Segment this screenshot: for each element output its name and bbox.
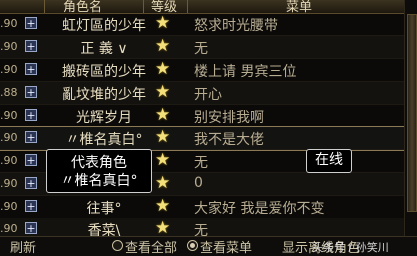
view-all-radio[interactable] xyxy=(112,240,123,251)
member-row[interactable]: .90 + 往事° ★ 大家好 我是爱你不变 xyxy=(0,196,405,219)
header-divider xyxy=(44,0,45,13)
member-level: .90 xyxy=(0,177,18,190)
member-level: .90 xyxy=(0,222,18,235)
member-menu: 别安排我啊 xyxy=(194,110,264,126)
member-row[interactable]: .90 + 搬砖區的少年 ★ 楼上请 男宾三位 xyxy=(0,59,405,82)
expand-plus-icon[interactable]: + xyxy=(25,17,37,29)
expand-plus-icon[interactable]: + xyxy=(25,200,37,212)
star-icon: ★ xyxy=(155,36,171,56)
member-name: 往事° xyxy=(86,201,122,217)
header-divider xyxy=(143,0,144,13)
member-level: .90 xyxy=(0,17,18,30)
expand-plus-icon[interactable]: + xyxy=(25,177,37,189)
representative-character-tooltip: 代表角色 〃椎名真白° xyxy=(46,149,152,193)
tooltip-character-name: 〃椎名真白° xyxy=(60,173,138,189)
member-level: .90 xyxy=(0,63,18,76)
header-divider xyxy=(187,0,188,13)
star-icon: ★ xyxy=(155,150,171,170)
view-all-label[interactable]: 查看全部 xyxy=(125,237,177,256)
star-icon: ★ xyxy=(155,127,171,147)
scroll-thumb[interactable] xyxy=(407,14,417,212)
expand-plus-icon[interactable]: + xyxy=(25,86,37,98)
guild-member-list-panel: 角色名 等级 菜单 .90 + 虹灯區的少年 ★ 怒求时光腰带 .90 + 正 … xyxy=(0,0,417,256)
member-name: 光辉岁月 xyxy=(76,110,132,126)
member-level: .90 xyxy=(0,109,18,122)
member-row[interactable]: .90 + 香菜\ ★ 无 xyxy=(0,218,405,239)
view-menu-label[interactable]: 查看菜单 xyxy=(200,237,252,256)
refresh-button[interactable]: 刷新 xyxy=(10,237,36,256)
member-name: 虹灯區的少年 xyxy=(62,18,146,34)
member-menu: 0 xyxy=(194,175,203,191)
star-icon: ★ xyxy=(155,13,171,33)
tooltip-title: 代表角色 xyxy=(71,155,127,171)
member-level: .90 xyxy=(0,131,18,144)
expand-plus-icon[interactable]: + xyxy=(25,154,37,166)
member-level: .90 xyxy=(0,40,18,53)
member-name: 〃椎名真白° xyxy=(65,132,143,148)
member-menu: 无 xyxy=(194,155,208,171)
star-icon: ★ xyxy=(155,59,171,79)
star-icon: ★ xyxy=(155,196,171,216)
expand-plus-icon[interactable]: + xyxy=(25,40,37,52)
expand-plus-icon[interactable]: + xyxy=(25,63,37,75)
member-name: 正 義 ∨ xyxy=(80,41,128,57)
member-level: .90 xyxy=(0,154,18,167)
member-menu: 怒求时光腰带 xyxy=(194,18,278,34)
expand-plus-icon[interactable]: + xyxy=(25,109,37,121)
member-row[interactable]: .88 + 亂坟堆的少年 ★ 开心 xyxy=(0,82,405,105)
member-level: .90 xyxy=(0,200,18,213)
vertical-scrollbar[interactable] xyxy=(404,0,417,236)
member-menu: 无 xyxy=(194,41,208,57)
member-menu: 大家好 我是爱你不变 xyxy=(194,201,325,217)
star-icon: ★ xyxy=(155,173,171,193)
bottom-toolbar: 刷新 查看全部 查看菜单 显示离线角色 头条号 / 孙笑川 xyxy=(0,236,417,256)
member-menu: 楼上请 男宾三位 xyxy=(194,64,297,80)
member-name: 亂坟堆的少年 xyxy=(62,87,146,103)
member-row[interactable]: .90 + 光辉岁月 ★ 别安排我啊 xyxy=(0,105,405,128)
list-header: 角色名 等级 菜单 xyxy=(0,0,405,15)
online-status-tooltip: 在线 xyxy=(306,149,352,173)
member-name: 搬砖區的少年 xyxy=(62,64,146,80)
member-menu: 我不是大佬 xyxy=(194,132,264,148)
member-row-selected[interactable]: .90 + 〃椎名真白° ★ 我不是大佬 xyxy=(0,126,406,151)
member-menu: 开心 xyxy=(194,87,222,103)
member-level: .88 xyxy=(0,86,18,99)
member-row[interactable]: .90 + 正 義 ∨ ★ 无 xyxy=(0,36,405,59)
view-menu-radio[interactable] xyxy=(187,240,198,251)
star-icon: ★ xyxy=(155,82,171,102)
watermark-text: 头条号 / 孙笑川 xyxy=(312,241,389,254)
member-row[interactable]: .90 + 虹灯區的少年 ★ 怒求时光腰带 xyxy=(0,13,405,36)
expand-plus-icon[interactable]: + xyxy=(25,131,37,143)
star-icon: ★ xyxy=(155,105,171,125)
expand-plus-icon[interactable]: + xyxy=(25,222,37,234)
star-icon: ★ xyxy=(155,218,171,238)
